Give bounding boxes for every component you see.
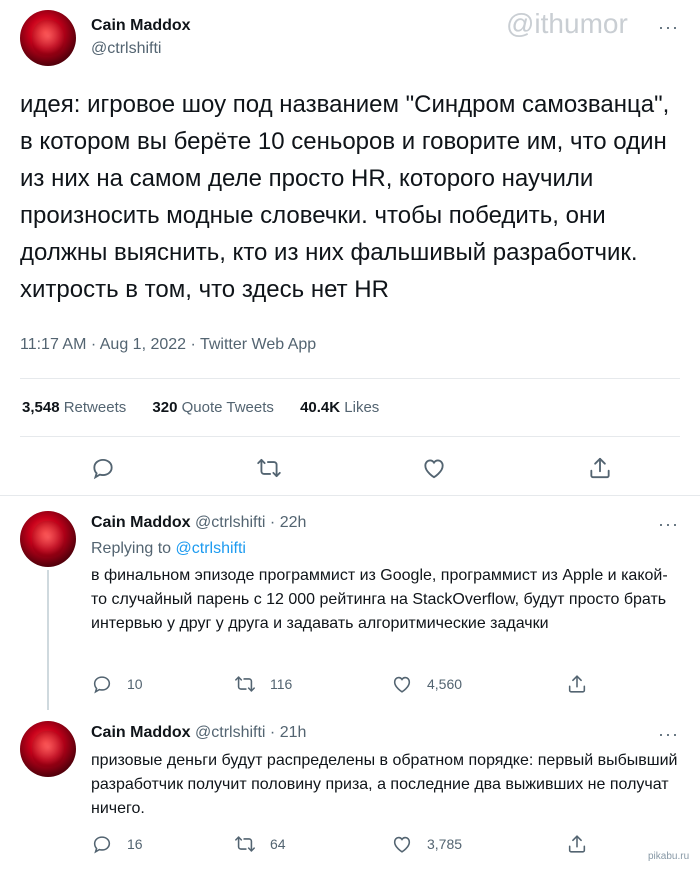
retweet-icon — [235, 676, 255, 692]
tweet-timestamp[interactable]: 11:17 AM · Aug 1, 2022 · Twitter Web App — [20, 336, 316, 354]
avatar[interactable] — [20, 511, 76, 567]
author-name[interactable]: Cain Maddox — [91, 17, 191, 35]
reply-button[interactable]: 16 — [91, 833, 143, 855]
author-handle[interactable]: @ctrlshifti — [91, 40, 161, 58]
replying-to-link[interactable]: @ctrlshifti — [176, 540, 246, 557]
divider — [20, 436, 680, 437]
thread-line — [47, 570, 49, 710]
likes-stat[interactable]: 40.4K Likes — [300, 399, 379, 416]
share-icon — [568, 835, 586, 853]
heart-icon — [393, 676, 411, 693]
replying-prefix: Replying to — [91, 540, 172, 557]
watermark: @ithumor — [506, 8, 628, 39]
like-button[interactable]: 4,560 — [391, 673, 462, 695]
share-icon — [568, 675, 586, 693]
share-icon[interactable] — [587, 455, 613, 481]
retweet-button[interactable]: 64 — [234, 833, 286, 855]
reply-author-handle[interactable]: @ctrlshifti · 21h — [195, 724, 306, 741]
retweet-button[interactable]: 116 — [234, 673, 292, 695]
more-icon[interactable]: ··· — [658, 18, 679, 36]
divider — [20, 378, 680, 379]
quotes-label: Quote Tweets — [181, 399, 274, 416]
quotes-count: 320 — [152, 399, 178, 416]
retweet-count: 64 — [270, 836, 286, 852]
avatar[interactable] — [20, 721, 76, 777]
tweet-text: идея: игровое шоу под названием "Синдром… — [20, 91, 670, 303]
retweet-icon[interactable] — [256, 455, 282, 481]
retweet-icon — [235, 836, 255, 852]
likes-label: Likes — [344, 399, 380, 416]
retweets-count: 3,548 — [22, 399, 60, 416]
share-button[interactable] — [566, 673, 588, 695]
reply-author-name[interactable]: Cain Maddox — [91, 514, 191, 531]
divider — [0, 495, 700, 496]
like-count: 3,785 — [427, 836, 463, 852]
reply-count: 16 — [127, 836, 143, 852]
more-icon[interactable]: ··· — [658, 725, 679, 743]
heart-icon — [393, 836, 411, 853]
likes-count: 40.4K — [300, 399, 341, 416]
avatar[interactable] — [20, 10, 76, 66]
source-watermark: pikabu.ru — [648, 851, 690, 862]
like-count: 4,560 — [427, 676, 463, 692]
reply-text: призовые деньги будут распределены в обр… — [91, 752, 678, 817]
retweet-count: 116 — [270, 676, 293, 692]
share-button[interactable] — [566, 833, 588, 855]
reply-header: Cain Maddox @ctrlshifti · 22h — [91, 514, 306, 532]
reply-icon[interactable] — [90, 455, 116, 481]
reply-icon — [93, 836, 111, 854]
reply-button[interactable]: 10 — [91, 673, 143, 695]
reply-count: 10 — [127, 676, 143, 692]
retweets-stat[interactable]: 3,548 Retweets — [22, 399, 126, 416]
reply-author-name[interactable]: Cain Maddox — [91, 724, 191, 741]
heart-icon[interactable] — [421, 455, 447, 481]
quotes-stat[interactable]: 320 Quote Tweets — [152, 399, 273, 416]
more-icon[interactable]: ··· — [658, 515, 679, 533]
reply-header: Cain Maddox @ctrlshifti · 21h — [91, 724, 306, 742]
tweet-stats: 3,548 Retweets 320 Quote Tweets 40.4K Li… — [22, 399, 401, 416]
replying-to: Replying to @ctrlshifti — [91, 540, 246, 558]
reply-author-handle[interactable]: @ctrlshifti · 22h — [195, 514, 306, 531]
reply-text: в финальном эпизоде программист из Googl… — [91, 567, 668, 632]
like-button[interactable]: 3,785 — [391, 833, 462, 855]
reply-icon — [93, 676, 111, 694]
retweets-label: Retweets — [63, 399, 127, 416]
